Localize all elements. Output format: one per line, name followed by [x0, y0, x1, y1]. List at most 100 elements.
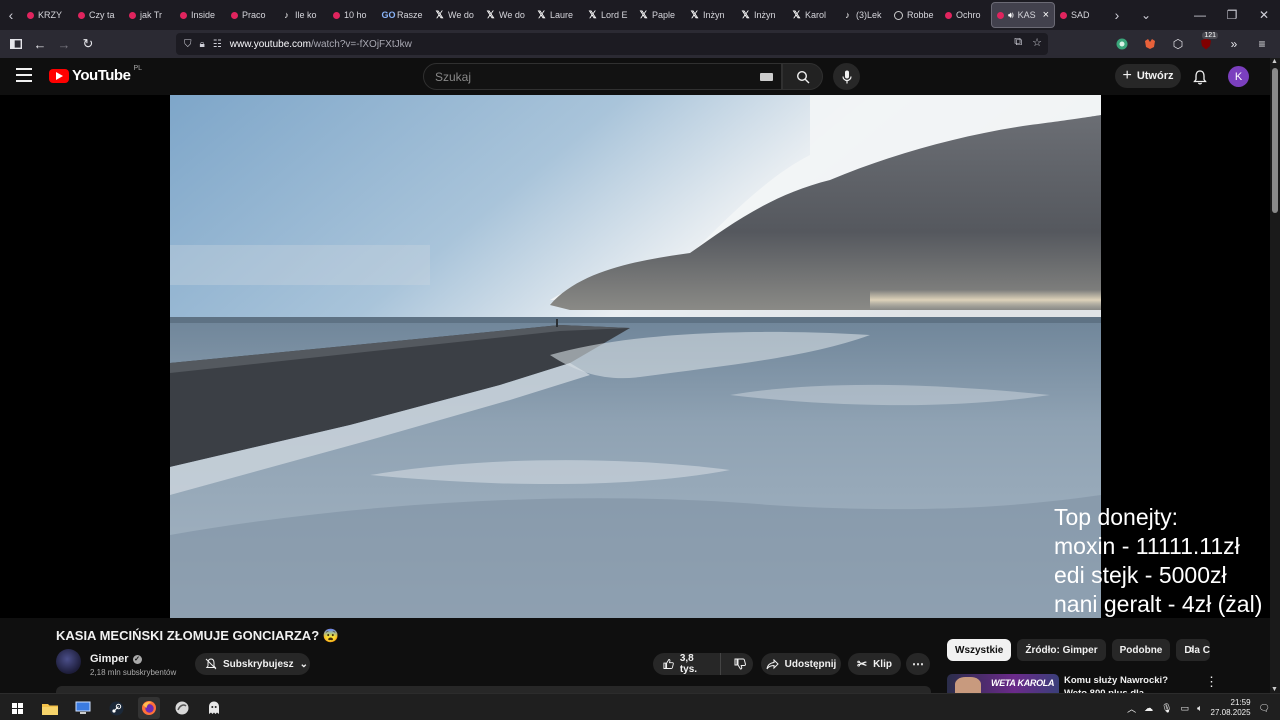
tracking-shield-icon[interactable]: ⛉ [184, 39, 192, 50]
extension-badge: 121 [1202, 32, 1218, 39]
chips-next-icon[interactable]: › [1190, 642, 1194, 656]
scroll-up-icon[interactable]: ▲ [1271, 58, 1278, 65]
overflow-chevrons-icon[interactable]: » [1222, 32, 1246, 56]
recommended-more-icon[interactable]: ⋮ [1205, 674, 1218, 690]
browser-tab[interactable]: 𝕏 We do [481, 2, 532, 28]
description-box[interactable] [56, 686, 931, 693]
search-button[interactable] [782, 63, 823, 90]
microphone-tray-icon[interactable]: 🎙︎ [1161, 703, 1172, 714]
like-button[interactable]: 3,8 tys. [653, 653, 722, 675]
file-explorer-icon[interactable] [39, 697, 61, 719]
account-avatar[interactable]: K [1228, 66, 1249, 87]
onedrive-icon[interactable]: ☁ [1144, 703, 1153, 714]
permissions-icon[interactable]: ☷ [213, 39, 222, 50]
video-player[interactable]: Top donejty: moxin - 11111.11zł edi stej… [0, 95, 1270, 618]
forward-icon[interactable]: → [52, 32, 76, 56]
firefox-icon[interactable] [138, 697, 160, 719]
channel-avatar[interactable] [56, 649, 81, 674]
clip-button[interactable]: ✂ Klip [848, 653, 901, 675]
bookmark-star-icon[interactable]: ☆ [1032, 36, 1042, 49]
picture-in-picture-icon[interactable]: ⧉ [1014, 36, 1022, 49]
browser-tab[interactable]: 𝕏 Inżyn [685, 2, 736, 28]
subscribed-button[interactable]: Subskrybujesz ⌄ [195, 653, 310, 675]
notifications-bell-icon[interactable] [1190, 67, 1210, 87]
sidebar-toggle-icon[interactable] [4, 32, 28, 56]
shield-extension-icon[interactable] [1110, 32, 1134, 56]
channel-name-row[interactable]: Gimper ✓ [90, 653, 142, 665]
browser-tab[interactable]: 𝕏 We do [430, 2, 481, 28]
browser-tab[interactable]: 𝕏 Laure [532, 2, 583, 28]
video-frame[interactable] [170, 95, 1101, 618]
browser-tab[interactable]: Inside [175, 2, 226, 28]
voice-search-button[interactable] [833, 63, 860, 90]
guide-menu-icon[interactable] [16, 68, 32, 82]
bell-off-icon [205, 658, 217, 670]
start-button[interactable] [6, 697, 28, 719]
more-actions-button[interactable]: ⋯ [906, 653, 930, 675]
url-text[interactable]: www.youtube.com/watch?v=-fXOjFXtJkw [230, 39, 412, 50]
url-bar[interactable]: ⛉ 🔒︎ ☷ www.youtube.com/watch?v=-fXOjFXtJ… [176, 33, 1048, 55]
tab-scroll-left-icon[interactable]: ‹ [0, 0, 22, 30]
recommended-video-title[interactable]: Komu służy Nawrocki? Weto 800 plus dla U… [1064, 674, 1189, 693]
clip-label: Klip [873, 658, 892, 670]
app-menu-icon[interactable]: ≡ [1250, 32, 1274, 56]
tab-scroll-right-icon[interactable]: › [1106, 0, 1128, 30]
fox-extension-icon[interactable] [1138, 32, 1162, 56]
reload-icon[interactable]: ↻ [76, 32, 100, 56]
page-scrollbar[interactable]: ▲ ▼ [1270, 58, 1280, 693]
browser-tab[interactable]: GO Rasze [379, 2, 430, 28]
tab-label: Paple [652, 10, 676, 20]
app-mouse-icon[interactable] [171, 697, 193, 719]
minimize-button[interactable]: — [1184, 0, 1216, 30]
extensions-puzzle-icon[interactable]: ⬡ [1166, 32, 1190, 56]
volume-icon[interactable]: 🔈︎ [1197, 703, 1202, 714]
browser-tab[interactable]: Ochro [940, 2, 991, 28]
display-icon[interactable]: ▭ [1181, 703, 1190, 714]
browser-tab[interactable]: Robbe [889, 2, 940, 28]
tiktok-icon: ♪ [284, 10, 289, 20]
browser-tab[interactable]: jak Tr [124, 2, 175, 28]
app-ghost-icon[interactable] [203, 697, 225, 719]
browser-tab[interactable]: Praco [226, 2, 277, 28]
ublock-icon[interactable]: 121 [1194, 32, 1218, 56]
channel-name[interactable]: Gimper [90, 653, 129, 665]
speaker-icon[interactable]: 🔊︎ [1008, 10, 1014, 21]
browser-tab[interactable]: Czy ta [73, 2, 124, 28]
dislike-button[interactable] [727, 658, 753, 670]
lock-icon[interactable]: 🔒︎ [200, 39, 205, 50]
browser-tab[interactable]: 🔊︎ KAS × [991, 2, 1055, 28]
steam-icon[interactable] [105, 697, 127, 719]
browser-tab[interactable]: SAD [1055, 2, 1106, 28]
browser-tab[interactable]: ♪ Ile ko [277, 2, 328, 28]
youtube-logo[interactable]: YouTube PL [49, 65, 142, 84]
browser-tab[interactable]: ♪ (3)Lek [838, 2, 889, 28]
browser-tab[interactable]: KRZY [22, 2, 73, 28]
recommended-video-thumbnail[interactable]: WETA KAROLA [947, 674, 1059, 693]
list-all-tabs-icon[interactable]: ⌄ [1130, 0, 1162, 30]
url-path: /watch?v=-fXOjFXtJkw [310, 38, 412, 50]
clock[interactable]: 21:59 27.08.2025 [1211, 698, 1251, 718]
chip-from-channel[interactable]: Źródło: Gimper [1017, 639, 1106, 661]
thumbnail-text: WETA KAROLA [991, 678, 1055, 688]
restore-button[interactable]: ❐ [1216, 0, 1248, 30]
keyboard-icon[interactable] [760, 73, 773, 81]
chip-related[interactable]: Podobne [1111, 639, 1171, 661]
close-tab-icon[interactable]: × [1043, 9, 1049, 21]
scrollbar-thumb[interactable] [1272, 68, 1278, 213]
browser-tab[interactable]: 𝕏 Lord E [583, 2, 634, 28]
browser-tab[interactable]: 𝕏 Paple [634, 2, 685, 28]
search-input[interactable] [435, 69, 735, 84]
share-button[interactable]: Udostępnij [761, 653, 841, 675]
close-window-button[interactable]: ✕ [1248, 0, 1280, 30]
chip-all[interactable]: Wszystkie [947, 639, 1012, 661]
computer-app-icon[interactable] [72, 697, 94, 719]
notifications-icon[interactable]: 🗨︎ [1259, 703, 1270, 714]
tab-label: Praco [242, 10, 266, 20]
browser-tab[interactable]: 𝕏 Karol [787, 2, 838, 28]
browser-tab[interactable]: 10 ho [328, 2, 379, 28]
scroll-down-icon[interactable]: ▼ [1271, 686, 1278, 693]
create-button[interactable]: + Utwórz [1115, 64, 1181, 88]
browser-tab[interactable]: 𝕏 Inżyn [736, 2, 787, 28]
tray-overflow-icon[interactable]: ︿ [1127, 702, 1136, 715]
back-icon[interactable]: ← [28, 32, 52, 56]
